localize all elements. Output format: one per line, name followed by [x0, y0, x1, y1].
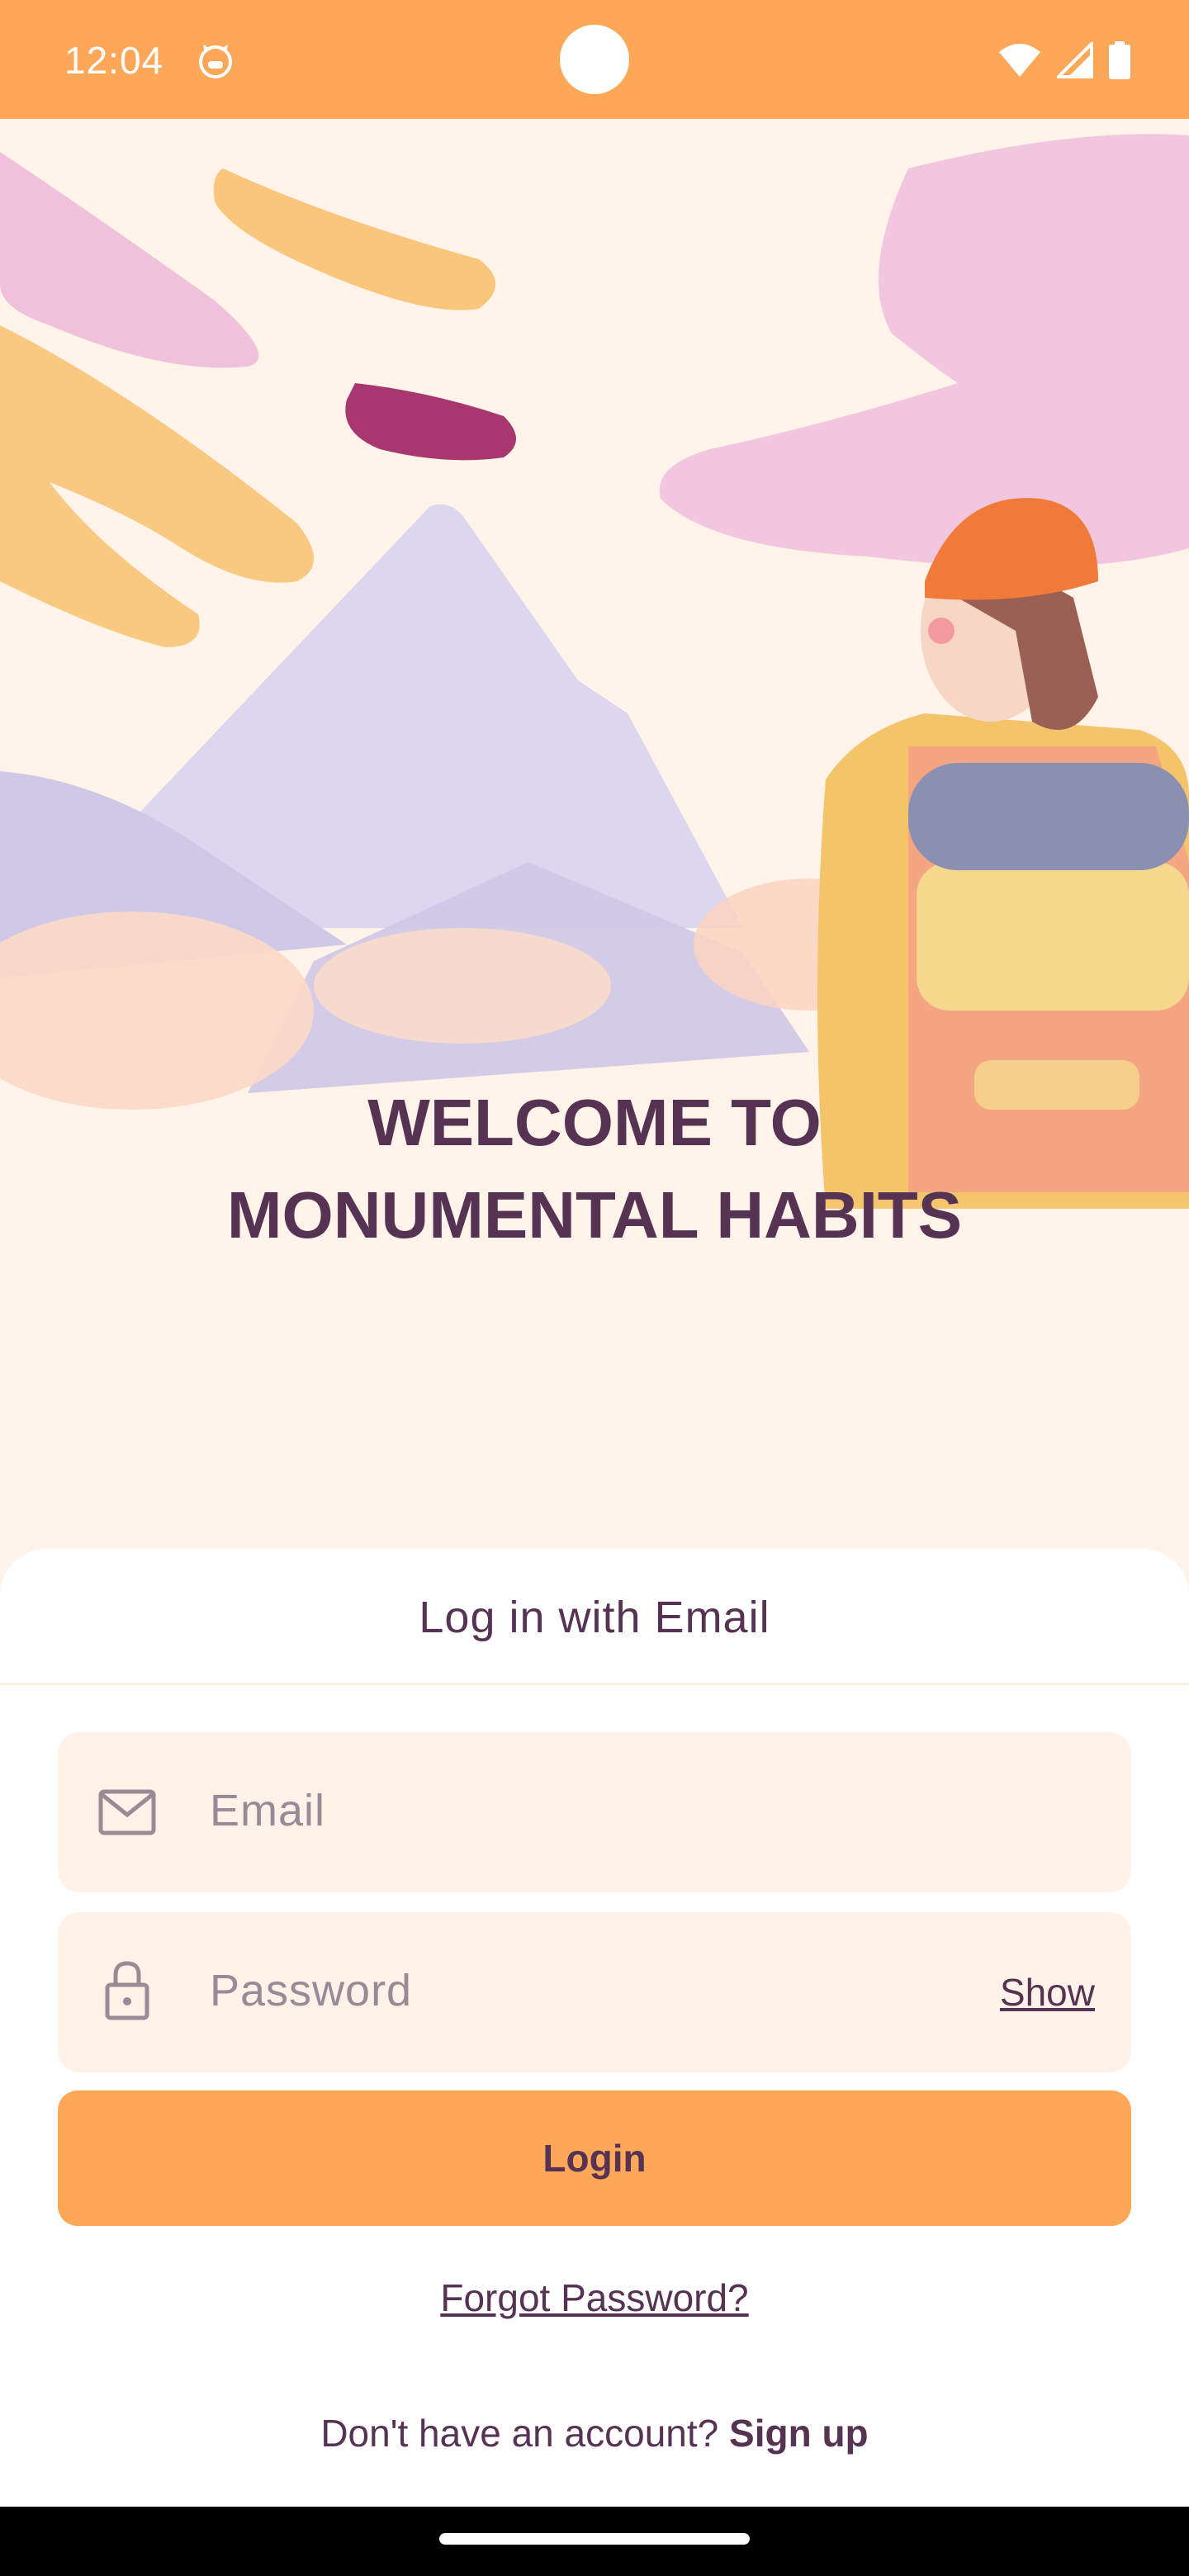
signup-prompt: Don't have an account? Sign up	[0, 2411, 1189, 2455]
signup-link[interactable]: Sign up	[729, 2412, 869, 2455]
front-camera	[560, 25, 629, 94]
email-field[interactable]: Email	[58, 1732, 1131, 1892]
welcome-heading: WELCOME TO MONUMENTAL HABITS	[0, 1077, 1189, 1262]
cat-icon	[199, 45, 232, 78]
welcome-line-2: MONUMENTAL HABITS	[226, 1178, 963, 1252]
signal-icon	[1057, 42, 1093, 78]
login-button[interactable]: Login	[58, 2091, 1131, 2226]
system-icons	[997, 40, 1131, 81]
home-gesture-handle[interactable]	[439, 2533, 750, 2545]
welcome-line-1: WELCOME TO	[367, 1086, 822, 1159]
hero-illustration: WELCOME TO MONUMENTAL HABITS	[0, 119, 1189, 1572]
status-bar: 12:04	[0, 0, 1189, 119]
login-sheet-title: Log in with Email	[419, 1593, 770, 1642]
app-screen: 12:04 WELCOME TO MONUMENTAL HABITS Log i…	[0, 0, 1189, 2576]
login-sheet: Log in with Email Email Password Show Lo…	[0, 1549, 1189, 2507]
navigation-bar	[0, 2507, 1189, 2576]
battery-icon	[1109, 41, 1130, 79]
status-time: 12:04	[64, 39, 164, 82]
signup-prompt-text: Don't have an account?	[320, 2412, 719, 2455]
sheet-divider	[0, 1683, 1189, 1685]
lock-icon	[105, 1961, 149, 2020]
forgot-password-link[interactable]: Forgot Password?	[0, 2275, 1189, 2320]
password-placeholder: Password	[210, 1966, 413, 2015]
wifi-icon	[999, 44, 1040, 77]
show-password-toggle[interactable]: Show	[1000, 1970, 1095, 2015]
mail-icon	[98, 1789, 156, 1835]
email-placeholder: Email	[210, 1786, 326, 1835]
mountain-hiker-illustration	[0, 119, 1189, 1572]
password-field[interactable]: Password Show	[58, 1912, 1131, 2072]
